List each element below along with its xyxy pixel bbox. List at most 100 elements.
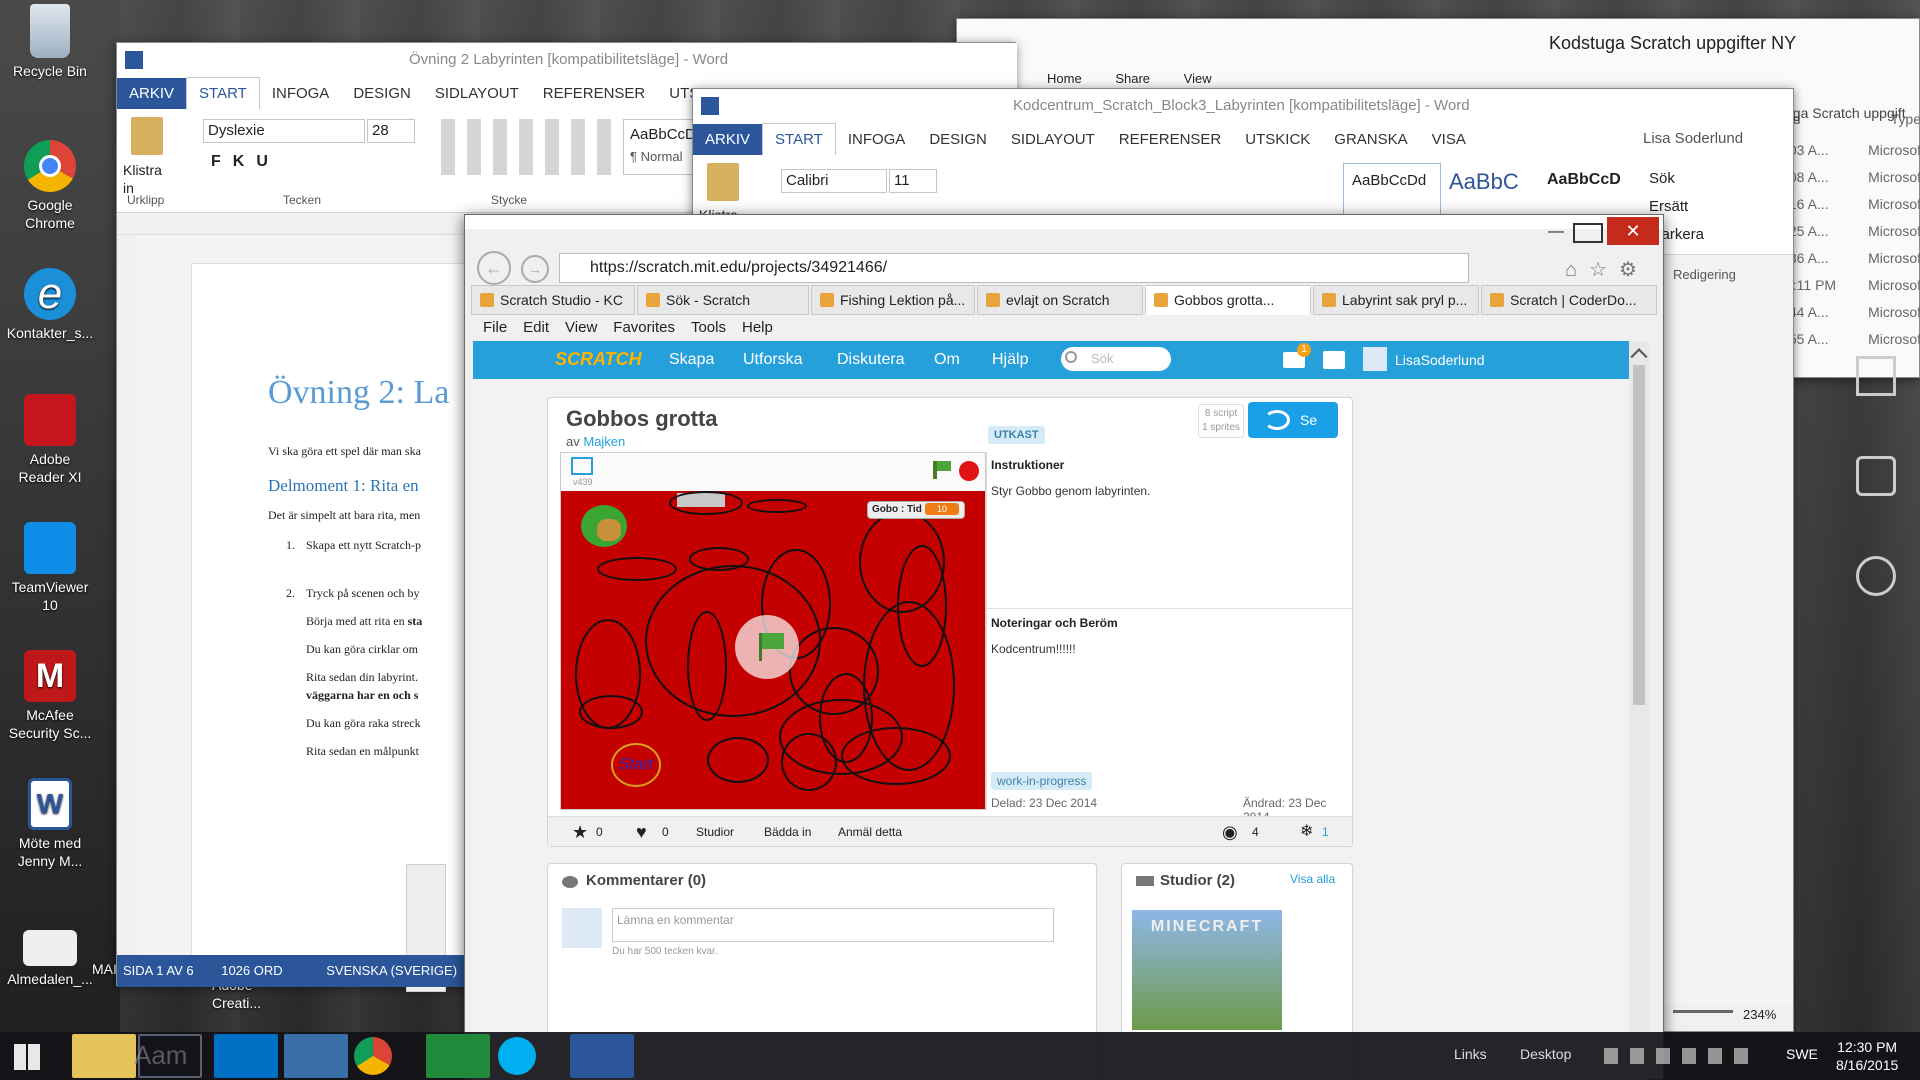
nav-explore[interactable]: Utforska [743, 341, 803, 379]
desktop-icon-mcafee[interactable]: M McAfee Security Sc... [0, 650, 100, 742]
taskbar-word-icon[interactable] [570, 1034, 634, 1078]
back-icon[interactable]: ← [477, 251, 511, 285]
tab-start[interactable]: START [762, 123, 836, 156]
tab-start[interactable]: START [186, 77, 260, 110]
tab-sidlayout[interactable]: SIDLAYOUT [999, 124, 1107, 156]
settings-gear-icon[interactable] [1856, 556, 1896, 596]
desktop-icon-mote-med-jenny[interactable]: W Möte med Jenny M... [0, 778, 100, 870]
fullscreen-icon[interactable] [571, 457, 593, 475]
font-name-select[interactable]: Calibri [781, 169, 887, 193]
scroll-up-icon[interactable] [1630, 348, 1648, 366]
browser-window[interactable]: — ✕ ← → https://scratch.mit.edu/projects… [464, 214, 1664, 1080]
file-row[interactable]: 2:11 PM Microsof [1785, 272, 1920, 299]
desktop-icon-kontakter[interactable]: e Kontakter_s... [0, 268, 100, 342]
format-buttons[interactable]: FKU [211, 153, 280, 171]
input-language[interactable]: SWE [1786, 1046, 1818, 1062]
scratch-search-input[interactable]: Sök [1061, 347, 1171, 371]
tab-view[interactable]: View [1184, 71, 1212, 86]
menu-edit[interactable]: Edit [523, 319, 549, 336]
file-row[interactable]: :08 A... Microsof [1785, 164, 1920, 191]
page-scrollbar[interactable] [1629, 341, 1649, 1080]
love-icon[interactable]: ★ [572, 817, 588, 847]
tab-utskick[interactable]: UTSKICK [1233, 124, 1322, 156]
browser-tab[interactable]: evlajt on Scratch [977, 285, 1143, 315]
green-flag-icon[interactable] [937, 461, 951, 471]
tab-referenser[interactable]: REFERENSER [1107, 124, 1234, 156]
taskbar-skype-icon[interactable] [498, 1037, 536, 1075]
minimize-icon[interactable]: — [1541, 223, 1571, 243]
project-tag[interactable]: work-in-progress [991, 772, 1093, 790]
status-language[interactable]: SVENSKA (SVERIGE) [326, 963, 457, 978]
taskbar-onedrive-icon[interactable] [138, 1034, 202, 1078]
font-size-select[interactable]: 28 [367, 119, 415, 143]
file-row[interactable]: :36 A... Microsof [1785, 245, 1920, 272]
tab-infoga[interactable]: INFOGA [836, 124, 918, 156]
user-name[interactable]: Lisa Soderlund [1631, 123, 1755, 155]
file-row[interactable]: :16 A... Microsof [1785, 191, 1920, 218]
tab-home[interactable]: Home [1047, 71, 1082, 86]
view-all-link[interactable]: Visa alla [1290, 872, 1335, 886]
taskbar-chrome-icon[interactable] [354, 1037, 392, 1075]
tab-sidlayout[interactable]: SIDLAYOUT [423, 78, 531, 110]
windows-start-icon[interactable] [14, 1044, 40, 1070]
status-page[interactable]: SIDA 1 AV 6 [123, 963, 194, 978]
maximize-icon[interactable] [1573, 223, 1603, 243]
taskbar-desktop-toolbar[interactable]: Desktop [1520, 1046, 1571, 1062]
clock[interactable]: 12:30 PM 8/16/2015 [1836, 1038, 1898, 1074]
file-row[interactable]: :55 A... Microsof [1785, 326, 1920, 353]
notes-text[interactable]: Kodcentrum!!!!!! [991, 642, 1076, 656]
studio-thumbnail[interactable]: MINECRAFT [1132, 910, 1282, 1030]
embed-button[interactable]: Bädda in [764, 817, 811, 847]
tab-share[interactable]: Share [1115, 71, 1150, 86]
browser-tab-active[interactable]: Gobbos grotta... [1145, 285, 1311, 315]
zoom-level[interactable]: 234% [1743, 1007, 1776, 1022]
scratch-logo[interactable]: SCRATCH [555, 349, 642, 370]
menu-help[interactable]: Help [742, 319, 773, 336]
browser-tab[interactable]: Sök - Scratch [637, 285, 809, 315]
tab-infoga[interactable]: INFOGA [260, 78, 342, 110]
address-bar[interactable]: https://scratch.mit.edu/projects/3492146… [559, 253, 1469, 283]
taskbar-links-toolbar[interactable]: Links [1454, 1046, 1487, 1062]
paste-button[interactable]: Klistra in [123, 161, 173, 197]
menu-tools[interactable]: Tools [691, 319, 726, 336]
nav-about[interactable]: Om [934, 341, 960, 379]
font-name-select[interactable]: Dyslexie [203, 119, 365, 143]
menu-file[interactable]: File [483, 319, 507, 336]
paste-icon[interactable] [131, 117, 163, 155]
desktop-icon-adobe-reader[interactable]: Adobe Reader XI [0, 394, 100, 486]
taskbar-ie-icon[interactable] [284, 1034, 348, 1078]
browser-tab[interactable]: Labyrint sak pryl p... [1313, 285, 1479, 315]
avatar[interactable] [1363, 347, 1387, 371]
nav-help[interactable]: Hjälp [992, 341, 1028, 379]
find-button[interactable]: Sök [1649, 165, 1704, 193]
remix-tree-icon[interactable]: ❄ [1300, 817, 1313, 847]
project-stage[interactable]: Gobo : Tid 10 Start [561, 491, 985, 809]
zoom-slider[interactable] [1673, 1010, 1733, 1013]
tab-referenser[interactable]: REFERENSER [531, 78, 658, 110]
see-inside-button[interactable]: Se inuti [1248, 402, 1338, 464]
desktop-icon-teamviewer[interactable]: TeamViewer 10 [0, 522, 100, 614]
tab-visa[interactable]: VISA [1420, 124, 1478, 156]
tab-arkiv[interactable]: ARKIV [693, 124, 763, 156]
browser-toolbar-icons[interactable]: ⌂☆⚙ [1565, 257, 1649, 282]
paragraph-buttons[interactable] [441, 119, 611, 175]
nav-create[interactable]: Skapa [669, 341, 714, 379]
scroll-thumb[interactable] [1633, 365, 1645, 705]
file-row[interactable]: :03 A... Microsof [1785, 137, 1920, 164]
file-row[interactable]: :25 A... Microsof [1785, 218, 1920, 245]
desktop-icon-almedalen[interactable]: Almedalen_... [0, 930, 100, 988]
report-button[interactable]: Anmäl detta [838, 817, 902, 847]
devices-icon[interactable] [1856, 456, 1896, 496]
tab-design[interactable]: DESIGN [917, 124, 999, 156]
start-charm-icon[interactable] [1856, 356, 1896, 396]
font-size-select[interactable]: 11 [889, 169, 937, 193]
file-row[interactable]: :44 A... Microsof [1785, 299, 1920, 326]
forward-icon[interactable]: → [521, 255, 549, 283]
browser-tab[interactable]: Scratch | CoderDo... [1481, 285, 1657, 315]
taskbar-store-icon[interactable] [426, 1034, 490, 1078]
stop-icon[interactable] [959, 461, 979, 481]
browser-tab[interactable]: Scratch Studio - KC [471, 285, 635, 315]
menu-favorites[interactable]: Favorites [613, 319, 675, 336]
system-tray-icons[interactable] [1604, 1048, 1760, 1064]
taskbar-outlook-icon[interactable] [214, 1034, 278, 1078]
